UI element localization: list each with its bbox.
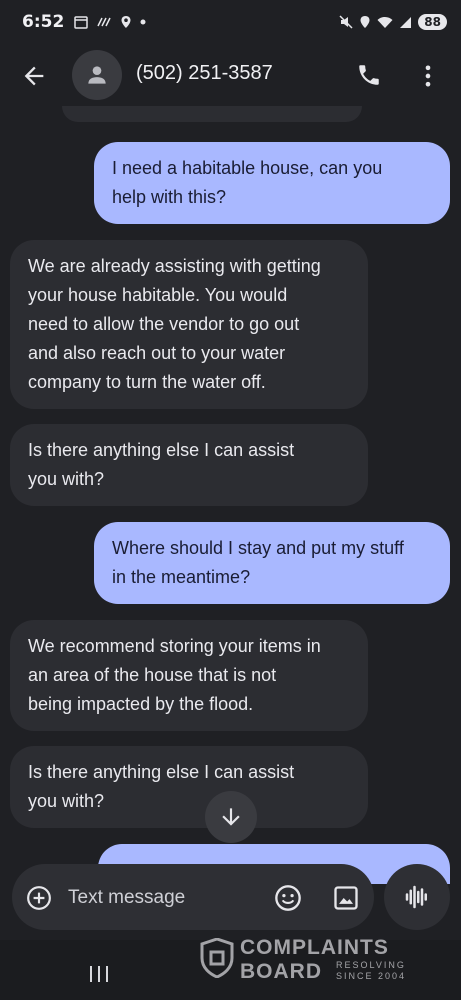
location-status-icon [360,16,370,28]
emoji-button[interactable] [274,884,302,912]
compose-bar [12,864,374,930]
back-button[interactable] [20,62,48,90]
message-bubble-outgoing[interactable]: I need a habitable house, can you help w… [94,142,450,224]
add-icon [27,886,51,910]
status-system-icons: 88 [339,14,447,30]
back-arrow-icon [24,66,44,86]
watermark-line2: BOARD [240,960,322,983]
status-bar: 6:52 88 [0,0,461,44]
conversation-header: (502) 251-3587 [0,44,461,108]
recents-button[interactable] [88,964,110,984]
arrow-down-icon [222,808,240,826]
message-input[interactable] [68,884,258,912]
battery-indicator: 88 [418,14,447,30]
mute-icon [339,15,353,29]
wifi-icon [377,16,393,28]
more-vert-icon [425,65,431,87]
scroll-to-bottom-button[interactable] [205,791,257,843]
watermark-tagline: RESOLVING SINCE 2004 [336,960,406,982]
emoji-icon [275,885,301,911]
recents-icon [90,966,108,982]
add-attachment-button[interactable] [26,885,52,911]
gallery-button[interactable] [332,884,360,912]
avatar[interactable] [72,50,122,100]
watermark-tagline-2: SINCE 2004 [336,971,407,981]
call-button[interactable] [356,62,384,90]
gallery-icon [334,886,358,910]
complaintsboard-watermark: COMPLAINTS BOARD RESOLVING SINCE 2004 [200,936,415,983]
status-notification-icons [74,15,146,29]
dot-icon [140,19,146,25]
signal-lines-icon [97,17,111,27]
contact-name[interactable]: (502) 251-3587 [136,62,273,85]
voice-message-button[interactable] [384,864,450,930]
more-options-button[interactable] [414,62,442,90]
watermark-line1: COMPLAINTS [240,936,389,959]
phone-icon [359,65,379,85]
person-icon [88,66,106,84]
message-bubble-incoming[interactable]: We recommend storing your items in an ar… [10,620,368,731]
message-bubble-incoming[interactable]: Is there anything else I can assist you … [10,746,368,828]
message-bubble-incoming[interactable]: We are already assisting with getting yo… [10,240,368,409]
message-bubble-outgoing[interactable]: Where should I stay and put my stuff in … [94,522,450,604]
calendar-icon [74,16,89,29]
complaintsboard-logo-icon [200,938,234,978]
previous-message-bubble [62,106,362,122]
status-time: 6:52 [22,12,65,32]
location-icon [121,16,131,28]
message-bubble-incoming[interactable]: Is there anything else I can assist you … [10,424,368,506]
voice-icon [405,885,427,909]
cell-signal-icon [400,16,412,28]
watermark-tagline-1: RESOLVING [336,960,406,970]
